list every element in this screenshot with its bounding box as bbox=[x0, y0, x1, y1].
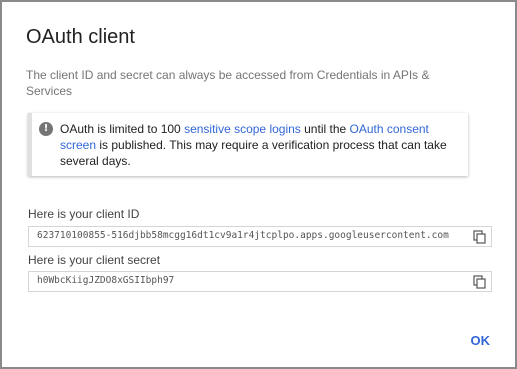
client-secret-field[interactable]: h0WbcKiigJZDO8xGSIIbph97 bbox=[28, 271, 492, 292]
sensitive-scope-logins-link[interactable]: sensitive scope logins bbox=[184, 122, 301, 136]
oauth-limit-notice: ! OAuth is limited to 100 sensitive scop… bbox=[28, 113, 468, 176]
ok-button[interactable]: OK bbox=[471, 333, 491, 348]
client-id-value[interactable]: 623710100855-516djbb58mcgg16dt1cv9a1r4jt… bbox=[37, 230, 449, 241]
client-id-field[interactable]: 623710100855-516djbb58mcgg16dt1cv9a1r4jt… bbox=[28, 226, 492, 247]
info-icon: ! bbox=[39, 122, 53, 136]
notice-text-before: OAuth is limited to 100 bbox=[60, 122, 185, 136]
copy-icon[interactable] bbox=[473, 230, 487, 244]
oauth-client-dialog: OAuth client The client ID and secret ca… bbox=[0, 0, 517, 369]
client-secret-label: Here is your client secret bbox=[28, 253, 161, 267]
copy-icon[interactable] bbox=[473, 275, 487, 289]
notice-text-after: is published. This may require a verific… bbox=[60, 138, 447, 168]
notice-text: OAuth is limited to 100 sensitive scope … bbox=[60, 121, 455, 169]
client-secret-value[interactable]: h0WbcKiigJZDO8xGSIIbph97 bbox=[37, 275, 174, 286]
dialog-title: OAuth client bbox=[26, 26, 135, 48]
dialog-description: The client ID and secret can always be a… bbox=[26, 68, 430, 98]
client-id-label: Here is your client ID bbox=[28, 207, 140, 221]
notice-text-middle: until the bbox=[300, 122, 350, 136]
